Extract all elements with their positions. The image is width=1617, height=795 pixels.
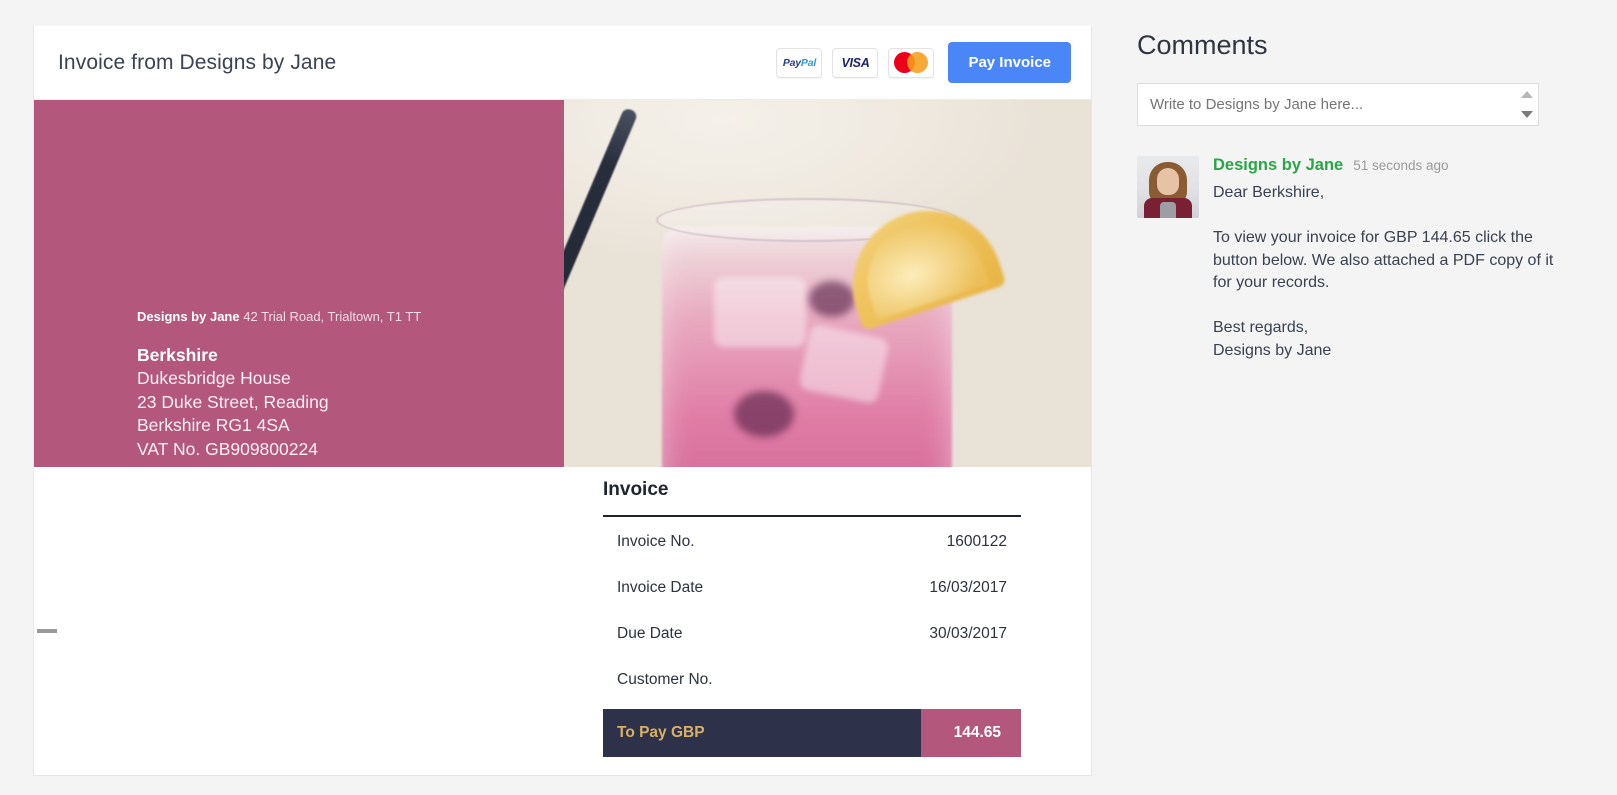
invoice-date-label: Invoice Date	[617, 579, 704, 596]
comments-panel: Comments Designs by Jane 51 seconds ago …	[1137, 30, 1557, 362]
comment-input-wrapper	[1137, 83, 1539, 126]
customer-number-label: Customer No.	[617, 671, 713, 688]
recipient-line-3: Berkshire RG1 4SA	[137, 415, 290, 435]
total-row: To Pay GBP 144.65	[603, 709, 1021, 757]
address-block: Designs by Jane 42 Trial Road, Trialtown…	[137, 309, 421, 462]
hero-photo	[564, 100, 1091, 467]
pay-invoice-button[interactable]: Pay Invoice	[948, 42, 1071, 83]
comments-title: Comments	[1137, 30, 1268, 60]
invoice-details-divider	[603, 515, 1021, 517]
page-edge-marker	[37, 629, 57, 633]
invoice-hero: Designs by Jane 42 Trial Road, Trialtown…	[34, 100, 1091, 467]
invoice-number-value: 1600122	[946, 533, 1007, 550]
table-row: Due Date 30/03/2017	[603, 611, 1021, 657]
invoice-details-panel: Invoice Invoice No. 1600122 Invoice Date…	[603, 479, 1021, 757]
berry-graphic	[809, 281, 855, 317]
invoice-body: Invoice Invoice No. 1600122 Invoice Date…	[34, 467, 1091, 775]
comment-input-resize-spinner[interactable]	[1516, 84, 1538, 125]
page-root: Invoice from Designs by Jane PayPal VISA	[0, 0, 1617, 795]
recipient-name: Berkshire	[137, 344, 218, 365]
visa-icon: VISA	[832, 47, 879, 78]
recipient-line-1: Dukesbridge House	[137, 368, 291, 388]
invoice-details-heading: Invoice	[603, 479, 669, 500]
visa-icon-text: VISA	[841, 55, 870, 70]
chevron-up-icon[interactable]	[1521, 90, 1533, 98]
invoice-number-label: Invoice No.	[617, 533, 695, 550]
invoice-card: Invoice from Designs by Jane PayPal VISA	[33, 26, 1092, 776]
table-row: Invoice No. 1600122	[603, 519, 1021, 565]
recipient-vat-number: VAT No. GB909800224	[137, 438, 318, 459]
table-row: Invoice Date 16/03/2017	[603, 565, 1021, 611]
total-label: To Pay GBP	[603, 709, 921, 757]
comment-timestamp: 51 seconds ago	[1353, 158, 1449, 173]
header-actions: PayPal VISA Pay Invoice	[776, 42, 1071, 83]
payment-method-badges: PayPal VISA	[776, 47, 935, 78]
page-title: Invoice from Designs by Jane	[58, 50, 337, 74]
recipient-address: Berkshire Dukesbridge House 23 Duke Stre…	[137, 344, 421, 462]
berry-graphic	[734, 391, 794, 437]
comment-body: Dear Berkshire, To view your invoice for…	[1213, 184, 1554, 359]
table-row: Customer No.	[603, 657, 1021, 703]
paypal-icon: PayPal	[776, 47, 823, 78]
paypal-icon-text-a: Pay	[782, 56, 801, 69]
invoice-card-header: Invoice from Designs by Jane PayPal VISA	[34, 26, 1091, 100]
recipient-line-2: 23 Duke Street, Reading	[137, 391, 329, 412]
list-item: Designs by Jane 51 seconds ago Dear Berk…	[1137, 156, 1557, 362]
comment-content: Designs by Jane 51 seconds ago Dear Berk…	[1213, 156, 1557, 362]
address-panel: Designs by Jane 42 Trial Road, Trialtown…	[34, 100, 564, 467]
sender-address-line: 42 Trial Road, Trialtown, T1 TT	[243, 308, 422, 324]
ice-cube-graphic	[714, 277, 806, 347]
sender-address: Designs by Jane 42 Trial Road, Trialtown…	[137, 309, 421, 324]
paypal-icon-text-b: Pal	[800, 56, 817, 69]
comment-input[interactable]	[1137, 83, 1539, 126]
chevron-down-icon[interactable]	[1521, 111, 1533, 119]
sender-name: Designs by Jane	[137, 308, 240, 324]
due-date-value: 30/03/2017	[929, 625, 1007, 642]
comment-author[interactable]: Designs by Jane	[1213, 156, 1343, 175]
mastercard-icon	[888, 47, 935, 78]
comment-header: Designs by Jane 51 seconds ago	[1213, 156, 1557, 175]
due-date-label: Due Date	[617, 625, 683, 642]
invoice-date-value: 16/03/2017	[929, 579, 1007, 596]
total-amount: 144.65	[921, 709, 1021, 757]
mastercard-icon-right-circle	[907, 52, 929, 73]
avatar	[1137, 156, 1199, 218]
